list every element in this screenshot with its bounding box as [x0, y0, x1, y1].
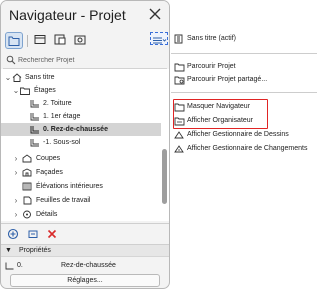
toolbar-divider: [27, 35, 28, 47]
tree-item-story-selected[interactable]: 0. Rez-de-chaussée: [1, 123, 161, 136]
story-icon: [5, 262, 14, 270]
tree-action-bar: [1, 223, 169, 243]
tree-item-sections[interactable]: › Coupes: [1, 152, 161, 165]
tree-item-label: Étages: [34, 87, 56, 94]
worksheet-icon: [23, 196, 32, 205]
search-bar: [3, 53, 167, 69]
section-icon: [22, 154, 32, 163]
tree-scrollbar[interactable]: [162, 149, 167, 204]
menu-item-change-manager[interactable]: Afficher Gestionnaire de Changements: [171, 143, 317, 155]
tree-item-details[interactable]: › Détails: [1, 208, 161, 221]
menu-item-label: Sans titre (actif): [187, 35, 237, 42]
tree-item-label: Détails: [36, 211, 58, 218]
window-title: Navigateur - Projet: [9, 7, 126, 23]
title-bar: Navigateur - Projet: [1, 1, 169, 29]
tree-item-label: 1. 1er étage: [43, 113, 81, 120]
tree-root-item[interactable]: ⌄ Sans titre: [1, 71, 161, 84]
new-folder-icon[interactable]: [27, 228, 39, 240]
tree-item-label: -1. Sous-sol: [43, 139, 81, 146]
project-map-tab[interactable]: [5, 32, 23, 49]
chevron-down-icon[interactable]: ⌄: [12, 84, 20, 97]
interior-elevation-icon: [22, 182, 32, 191]
property-id: 0.: [17, 262, 23, 269]
folder-open-icon: [20, 87, 30, 95]
story-icon: [30, 126, 39, 134]
publisher-sets-icon: [74, 35, 86, 45]
tree-item-label: Façades: [36, 169, 63, 176]
chevron-down-icon[interactable]: ⌄: [4, 71, 12, 84]
layout-book-icon: [54, 34, 66, 45]
navigator-panel: Navigateur - Projet Rechercher Projet ⌄ …: [0, 0, 170, 289]
layout-book-tab[interactable]: [52, 32, 70, 49]
property-name: Rez-de-chaussée: [61, 262, 116, 269]
highlight-box: [173, 99, 268, 129]
tree-item-story[interactable]: -1. Sous-sol: [1, 136, 161, 149]
menu-divider: [171, 53, 317, 54]
project-map-icon: [174, 34, 183, 44]
story-icon: [30, 113, 39, 121]
tree-item-story[interactable]: 2. Toiture: [1, 97, 161, 110]
tree-item-label: Feuilles de travail: [36, 197, 91, 204]
menu-item-drawing-manager[interactable]: Afficher Gestionnaire de Dessins: [171, 129, 317, 141]
elevation-icon: [22, 168, 32, 177]
chevron-right-icon[interactable]: ›: [12, 152, 20, 165]
house-icon: [12, 73, 22, 82]
project-tree: ⌄ Sans titre ⌄ Étages 2. Toiture 1. 1er …: [1, 69, 169, 221]
tree-item-worksheets[interactable]: › Feuilles de travail: [1, 194, 161, 207]
tree-item-elevations[interactable]: › Façades: [1, 166, 161, 179]
properties-header[interactable]: ▼ Propriétés: [1, 244, 169, 257]
tree-item-label: Coupes: [36, 155, 61, 162]
menu-lines-icon: [153, 37, 167, 44]
menu-item-label: Parcourir Projet: [187, 63, 236, 70]
tree-item-story[interactable]: 1. 1er étage: [1, 110, 161, 123]
publisher-sets-tab[interactable]: [72, 32, 90, 49]
new-viewpoint-icon[interactable]: [7, 228, 19, 240]
chevron-right-icon[interactable]: ›: [12, 208, 20, 221]
tree-item-label: 2. Toiture: [43, 100, 72, 107]
tree-item-interior-elevations[interactable]: Élévations intérieures: [1, 180, 161, 193]
properties-row: 0. Rez-de-chaussée: [1, 259, 169, 273]
view-map-tab[interactable]: [32, 32, 50, 49]
chevron-right-icon[interactable]: ›: [12, 194, 20, 207]
properties-title: Propriétés: [19, 247, 51, 254]
tree-item-stories[interactable]: ⌄ Étages: [1, 84, 161, 97]
navigator-toolbar: [1, 29, 169, 53]
delete-icon[interactable]: [46, 228, 58, 240]
project-map-icon: [8, 36, 20, 46]
navigator-menu-button[interactable]: [150, 32, 168, 45]
triangle-down-icon[interactable]: ▼: [5, 245, 12, 257]
menu-divider: [171, 92, 317, 93]
menu-item-label: Afficher Gestionnaire de Changements: [187, 145, 308, 152]
close-icon[interactable]: [147, 6, 163, 22]
menu-item-browse-project[interactable]: Parcourir Projet: [171, 61, 317, 73]
view-map-icon: [34, 35, 46, 44]
tree-item-label: Sans titre: [25, 74, 55, 81]
search-input[interactable]: [18, 54, 163, 67]
menu-item-label: Afficher Gestionnaire de Dessins: [187, 131, 289, 138]
shared-project-icon: [174, 76, 185, 85]
settings-button[interactable]: Réglages...: [10, 274, 160, 287]
tree-item-label: 0. Rez-de-chaussée: [43, 126, 108, 133]
folder-icon: [174, 63, 185, 72]
drawing-manager-icon: [174, 131, 184, 139]
navigator-context-menu: Sans titre (actif) Parcourir Projet Parc…: [171, 29, 317, 161]
story-icon: [30, 100, 39, 108]
menu-item-active-project[interactable]: Sans titre (actif): [171, 33, 317, 45]
menu-item-browse-shared-project[interactable]: Parcourir Projet partagé...: [171, 74, 317, 86]
story-icon: [30, 139, 39, 147]
change-manager-icon: [174, 145, 184, 153]
search-icon: [6, 55, 16, 65]
detail-icon: [23, 210, 31, 219]
chevron-right-icon[interactable]: ›: [12, 166, 20, 179]
menu-item-label: Parcourir Projet partagé...: [187, 76, 268, 83]
tree-item-label: Élévations intérieures: [36, 183, 103, 190]
